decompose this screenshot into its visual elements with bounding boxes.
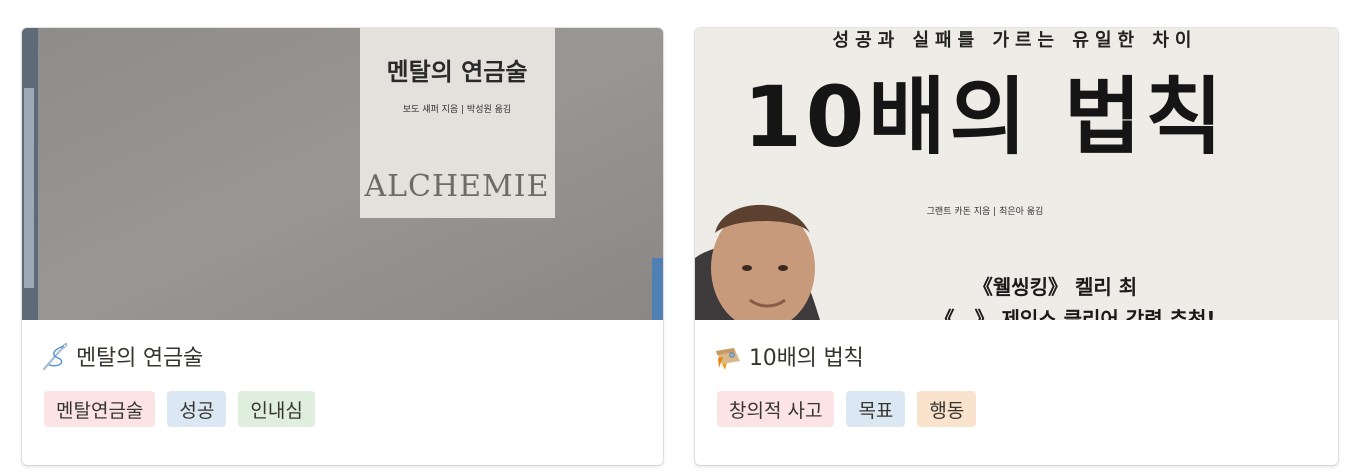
- card-title-row: 10배의 법칙: [716, 341, 1316, 371]
- card-title: 멘탈의 연금술: [76, 346, 204, 371]
- tag-creative-thinking[interactable]: 창의적 사고: [717, 391, 835, 427]
- cover-byline: 보도 섀퍼 지음 | 박성원 옮김: [403, 103, 511, 115]
- gallery-view: 멘탈의 연금술 보도 섀퍼 지음 | 박성원 옮김 ALCHEMIE 멘탈의 연…: [0, 0, 1350, 476]
- cover-byline: 그랜트 카돈 지음 | 최은아 옮김: [927, 205, 1044, 217]
- cover-blurb: 《웰씽킹》 켈리 최: [973, 275, 1137, 299]
- cover-book-title: 10배의 법칙: [743, 68, 1226, 166]
- book-cover-image: 멘탈의 연금술 보도 섀퍼 지음 | 박성원 옮김 ALCHEMIE: [22, 28, 663, 320]
- gallery-card-mental-alchemy[interactable]: 멘탈의 연금술 보도 섀퍼 지음 | 박성원 옮김 ALCHEMIE 멘탈의 연…: [22, 28, 663, 465]
- cover-blurb-second: 《…》 제임스 클리어 강력 추천!: [935, 307, 1216, 320]
- tag-patience[interactable]: 인내심: [238, 391, 315, 427]
- gallery-card-10x-rule[interactable]: 성공과 실패를 가르는 유일한 차이 10배의 법칙 그랜트 카돈 지음 | 최…: [695, 28, 1338, 465]
- cover-english-title: ALCHEMIE: [363, 169, 549, 204]
- rocket-icon: [713, 341, 743, 371]
- cover-book-title: 멘탈의 연금술: [387, 58, 528, 86]
- tag-action[interactable]: 행동: [917, 391, 977, 427]
- tag-list: 창의적 사고 목표 행동: [717, 391, 1316, 427]
- tag-success[interactable]: 성공: [167, 391, 227, 427]
- cover-subtitle: 성공과 실패를 가르는 유일한 차이: [833, 30, 1198, 51]
- tag-mental-alchemy[interactable]: 멘탈연금술: [44, 391, 156, 427]
- tag-goal[interactable]: 목표: [846, 391, 906, 427]
- tag-list: 멘탈연금술 성공 인내심: [44, 391, 641, 427]
- needle-and-thread-icon: [40, 341, 70, 371]
- card-title-row: 멘탈의 연금술: [42, 341, 641, 371]
- book-cover-image: 성공과 실패를 가르는 유일한 차이 10배의 법칙 그랜트 카돈 지음 | 최…: [695, 28, 1338, 320]
- card-title: 10배의 법칙: [749, 346, 864, 371]
